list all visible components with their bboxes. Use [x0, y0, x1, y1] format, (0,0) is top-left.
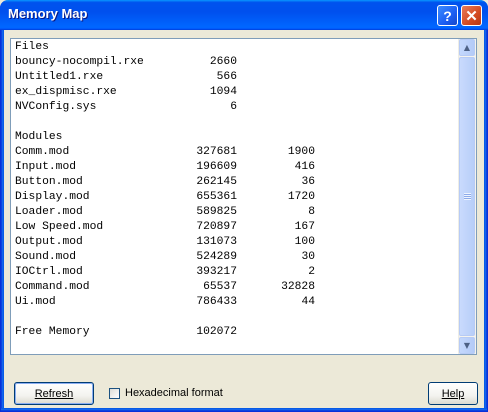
free-memory-value: 102072 — [196, 326, 237, 338]
vertical-scrollbar[interactable]: ▲ ▼ — [458, 39, 476, 354]
module-size: 2 — [308, 266, 315, 278]
close-icon: ✕ — [465, 7, 478, 25]
module-name: Display.mod — [15, 191, 90, 203]
module-name: Input.mod — [15, 161, 77, 173]
file-name: Untitled1.rxe — [15, 71, 104, 83]
refresh-button-label: Refresh — [34, 387, 74, 400]
help-icon: ? — [443, 7, 452, 24]
module-size: 30 — [301, 251, 315, 263]
hexadecimal-format-checkbox[interactable] — [109, 387, 120, 399]
file-name: NVConfig.sys — [15, 101, 97, 113]
file-name: ex_dispmisc.rxe — [15, 86, 117, 98]
refresh-button[interactable]: Refresh — [14, 382, 94, 405]
help-title-button[interactable]: ? — [437, 5, 458, 26]
down-arrow-icon: ▼ — [463, 341, 471, 350]
module-name: Output.mod — [15, 236, 83, 248]
frame-bottom — [1, 408, 487, 411]
hexadecimal-format-label: Hexadecimal format — [125, 387, 223, 399]
module-size: 44 — [301, 296, 315, 308]
module-size: 1720 — [287, 191, 315, 203]
files-heading: Files — [15, 41, 49, 53]
module-size: 100 — [294, 236, 315, 248]
module-size: 416 — [294, 161, 315, 173]
modules-heading: Modules — [15, 131, 63, 143]
file-size: 1094 — [209, 86, 237, 98]
help-button-label: Help — [441, 387, 465, 400]
file-size: 566 — [216, 71, 237, 83]
window-title: Memory Map — [8, 6, 88, 21]
module-name: Sound.mod — [15, 251, 77, 263]
module-name: Command.mod — [15, 281, 90, 293]
help-button[interactable]: Help — [428, 382, 478, 405]
module-size: 1900 — [287, 146, 315, 158]
grip-icon — [463, 193, 471, 200]
memory-listbox[interactable]: Files bouncy-nocompil.rxe 2660 Untitled1.rx… — [10, 38, 477, 355]
module-name: Comm.mod — [15, 146, 70, 158]
up-arrow-icon: ▲ — [463, 43, 471, 52]
frame-left — [1, 30, 4, 411]
scroll-down-button[interactable]: ▼ — [459, 337, 475, 354]
module-name: Loader.mod — [15, 206, 83, 218]
memory-map-window: Memory Map ? ✕ Files bouncy-nocompil.rxe 2… — [0, 0, 488, 412]
frame-right — [484, 30, 487, 411]
close-button[interactable]: ✕ — [461, 5, 482, 26]
scroll-thumb[interactable] — [459, 57, 475, 336]
module-name: Low Speed.mod — [15, 221, 104, 233]
module-size: 8 — [308, 206, 315, 218]
module-size: 36 — [301, 176, 315, 188]
hexadecimal-format-option[interactable]: Hexadecimal format — [109, 387, 223, 399]
module-name: Button.mod — [15, 176, 83, 188]
module-size: 32828 — [281, 281, 315, 293]
free-memory-label: Free Memory — [15, 326, 90, 338]
module-name: IOCtrl.mod — [15, 266, 83, 278]
file-size: 6 — [230, 101, 237, 113]
module-name: Ui.mod — [15, 296, 56, 308]
title-bar[interactable]: Memory Map ? ✕ — [0, 0, 488, 30]
file-size: 2660 — [209, 56, 237, 68]
scroll-up-button[interactable]: ▲ — [459, 39, 475, 56]
file-name: bouncy-nocompil.rxe — [15, 56, 144, 68]
module-size: 167 — [294, 221, 315, 233]
